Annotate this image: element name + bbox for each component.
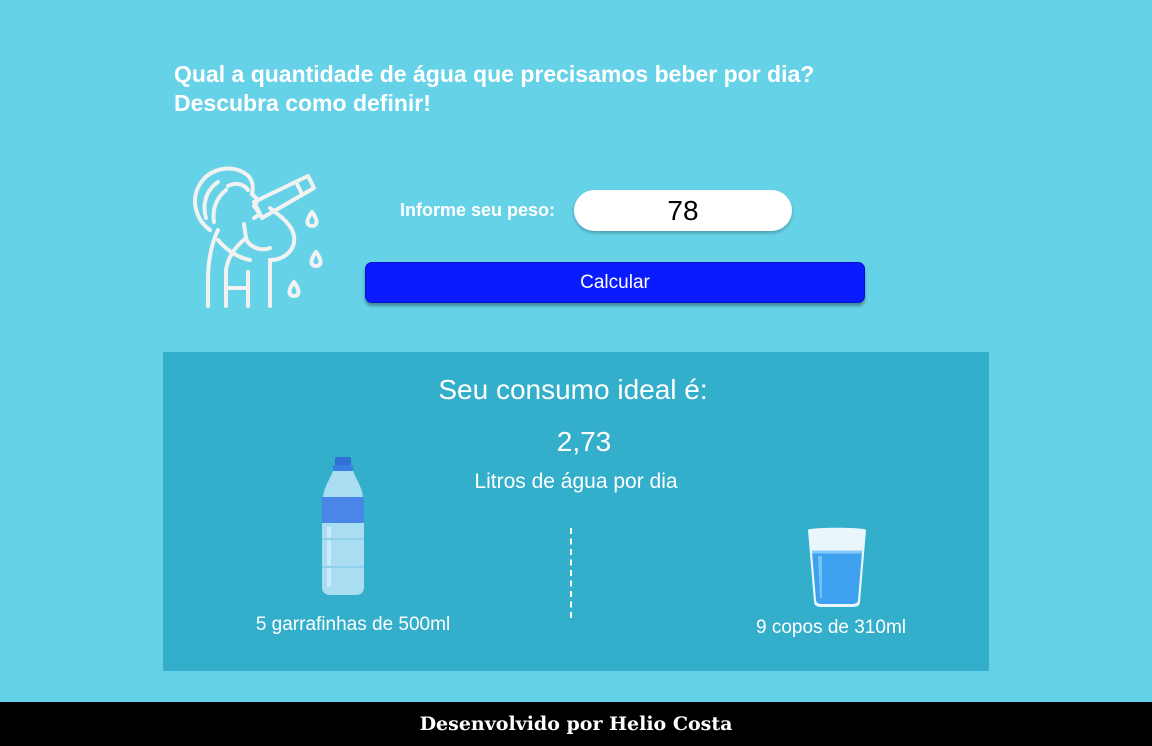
bottles-text: 5 garrafinhas de 500ml [255,614,451,635]
page-title-line-2: Descubra como definir! [174,90,431,116]
footer: Desenvolvido por Helio Costa [0,702,1152,746]
page-title-line-1: Qual a quantidade de água que precisamos… [174,61,815,87]
water-bottle-icon [322,457,364,595]
footer-credit: Desenvolvido por Helio Costa [419,713,733,735]
weight-label: Informe seu peso: [400,200,556,220]
divider [570,528,572,618]
calculate-button[interactable]: Calcular [365,262,865,303]
result-panel: Seu consumo ideal é: 2,73 Litros de água… [163,352,989,671]
weight-input[interactable] [574,190,792,231]
person-drinking-icon [193,166,323,308]
page-title: Qual a quantidade de água que precisamos… [174,60,814,118]
result-liters-value: 2,73 [556,426,612,457]
result-unit: Litros de água por dia [474,470,678,493]
water-glass-icon [808,527,866,607]
result-title: Seu consumo ideal é: [438,374,708,405]
glasses-text: 9 copos de 310ml [756,617,906,638]
